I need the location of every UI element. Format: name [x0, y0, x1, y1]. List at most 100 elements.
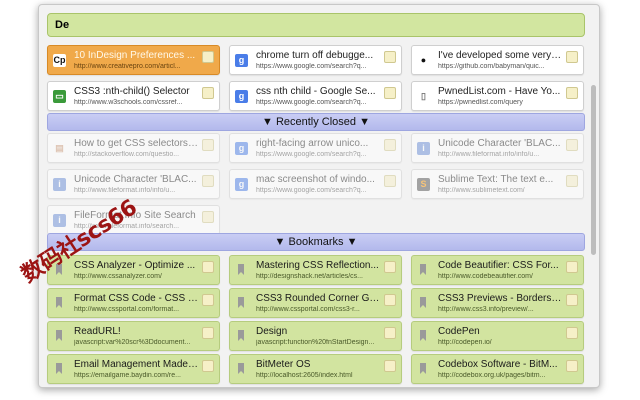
item-title: Sublime Text: The text e...: [438, 174, 554, 185]
item-url: http://localhost:2605/index.html: [256, 372, 353, 379]
bookmark-icon: [235, 297, 248, 310]
scrollbar[interactable]: [591, 45, 597, 385]
bookmark-icon: [417, 264, 430, 277]
item-url: https://www.google.com/search?q...: [256, 187, 367, 194]
item-url: https://github.com/babyman/quic...: [438, 63, 545, 70]
bookmark-item[interactable]: Email Management Made ... https://emailga…: [47, 354, 220, 384]
close-icon[interactable]: [384, 294, 396, 306]
close-icon[interactable]: [384, 360, 396, 372]
item-title: CodePen: [438, 326, 480, 337]
close-icon[interactable]: [202, 51, 214, 63]
item-title: right-facing arrow unico...: [256, 138, 369, 149]
item-url: http://www.fileformat.info/info/u...: [438, 151, 540, 158]
close-icon[interactable]: [384, 327, 396, 339]
recently-closed-item[interactable]: i Unicode Character 'BLAC... http://www.fi…: [47, 169, 220, 199]
bookmark-item[interactable]: Mastering CSS Reflection... http://design…: [229, 255, 402, 285]
open-tab-item[interactable]: ● I've developed some very ... https://git…: [411, 45, 584, 75]
stackoverflow-icon: ▤: [53, 142, 66, 155]
item-url: http://codepen.io/: [438, 339, 492, 346]
close-icon[interactable]: [202, 360, 214, 372]
bookmark-item[interactable]: Design javascript:function%20fnStartDesig…: [229, 321, 402, 351]
recently-closed-item[interactable]: S Sublime Text: The text e... http://www.s…: [411, 169, 584, 199]
item-title: Codebox Software - BitM...: [438, 359, 558, 370]
google-icon: g: [235, 54, 248, 67]
open-tab-item[interactable]: Cp 10 InDesign Preferences ... http://www.…: [47, 45, 220, 75]
bookmark-item[interactable]: Code Beautifier: CSS For... http://www.co…: [411, 255, 584, 285]
item-url: http://www.cssportal.com/format...: [74, 306, 180, 313]
creativepro-icon: Cp: [53, 54, 66, 67]
close-icon[interactable]: [202, 87, 214, 99]
bookmark-item[interactable]: CSS3 Rounded Corner Ge... http://www.cssp…: [229, 288, 402, 318]
bookmark-icon: [235, 264, 248, 277]
item-url: http://www.fileformat.info/info/u...: [74, 187, 176, 194]
google-icon: g: [235, 90, 248, 103]
close-icon[interactable]: [566, 139, 578, 151]
info-icon: i: [417, 142, 430, 155]
item-title: CSS3 Rounded Corner Ge...: [256, 293, 380, 304]
recently-closed-item[interactable]: ▤ How to get CSS selectors ... http://stac…: [47, 133, 220, 163]
close-icon[interactable]: [566, 294, 578, 306]
info-icon: i: [53, 178, 66, 191]
item-url: http://www.codebeautifier.com/: [438, 273, 533, 280]
item-url: http://www.cssanalyzer.com/: [74, 273, 162, 280]
close-icon[interactable]: [384, 51, 396, 63]
close-icon[interactable]: [202, 139, 214, 151]
item-title: ReadURL!: [74, 326, 121, 337]
close-icon[interactable]: [384, 87, 396, 99]
open-tab-item[interactable]: g css nth child - Google Se... https://www…: [229, 81, 402, 111]
open-tab-item[interactable]: g chrome turn off debugge... https://www.g…: [229, 45, 402, 75]
github-icon: ●: [417, 54, 430, 67]
item-title: chrome turn off debugge...: [256, 50, 374, 61]
bookmark-item[interactable]: ReadURL! javascript:var%20scr%3Ddocument.…: [47, 321, 220, 351]
info-icon: i: [53, 214, 66, 227]
bookmark-item[interactable]: CSS3 Previews - Borders ... http://www.cs…: [411, 288, 584, 318]
scrollbar-thumb[interactable]: [591, 85, 596, 255]
bookmark-icon: [53, 363, 66, 376]
item-url: http://stackoverflow.com/questio...: [74, 151, 180, 158]
item-title: CSS Analyzer - Optimize ...: [74, 260, 196, 271]
close-icon[interactable]: [202, 327, 214, 339]
close-icon[interactable]: [566, 261, 578, 273]
item-title: 10 InDesign Preferences ...: [74, 50, 196, 61]
close-icon[interactable]: [202, 211, 214, 223]
close-icon[interactable]: [384, 139, 396, 151]
recently-closed-header[interactable]: ▼ Recently Closed ▼: [47, 113, 585, 131]
close-icon[interactable]: [566, 327, 578, 339]
recently-closed-item[interactable]: g right-facing arrow unico... https://www.…: [229, 133, 402, 163]
bookmark-icon: [417, 297, 430, 310]
item-title: Code Beautifier: CSS For...: [438, 260, 559, 271]
bookmarks-header[interactable]: ▼ Bookmarks ▼: [47, 233, 585, 251]
bookmark-item[interactable]: CodePen http://codepen.io/: [411, 321, 584, 351]
bookmark-icon: [235, 330, 248, 343]
bookmark-icon: [417, 330, 430, 343]
sublime-icon: S: [417, 178, 430, 191]
item-title: CSS3 Previews - Borders ...: [438, 293, 562, 304]
bookmark-item[interactable]: BitMeter OS http://localhost:2605/index.h…: [229, 354, 402, 384]
item-url: https://emailgame.baydin.com/re...: [74, 372, 181, 379]
close-icon[interactable]: [566, 175, 578, 187]
item-title: Unicode Character 'BLAC...: [74, 174, 197, 185]
item-url: http://www.creativepro.com/articl...: [74, 63, 181, 70]
item-url: https://www.google.com/search?q...: [256, 99, 367, 106]
w3schools-icon: ▭: [53, 90, 66, 103]
item-url: https://www.google.com/search?q...: [256, 63, 367, 70]
item-url: http://www.css3.info/preview/...: [438, 306, 534, 313]
close-icon[interactable]: [384, 175, 396, 187]
search-input[interactable]: [47, 13, 585, 37]
bookmark-icon: [235, 363, 248, 376]
close-icon[interactable]: [202, 175, 214, 187]
bookmark-item[interactable]: Codebox Software - BitM... http://codebox…: [411, 354, 584, 384]
close-icon[interactable]: [384, 261, 396, 273]
bookmark-item[interactable]: Format CSS Code - CSS P... http://www.css…: [47, 288, 220, 318]
open-tab-item[interactable]: ▯ PwnedList.com - Have Yo... https://pwned…: [411, 81, 584, 111]
recently-closed-item[interactable]: i Unicode Character 'BLAC... http://www.fi…: [411, 133, 584, 163]
close-icon[interactable]: [202, 294, 214, 306]
page-icon: ▯: [417, 90, 430, 103]
close-icon[interactable]: [566, 360, 578, 372]
close-icon[interactable]: [566, 87, 578, 99]
open-tab-item[interactable]: ▭ CSS3 :nth-child() Selector http://www.w3…: [47, 81, 220, 111]
close-icon[interactable]: [202, 261, 214, 273]
recently-closed-item[interactable]: g mac screenshot of windo... https://www.g…: [229, 169, 402, 199]
item-title: Format CSS Code - CSS P...: [74, 293, 198, 304]
close-icon[interactable]: [566, 51, 578, 63]
